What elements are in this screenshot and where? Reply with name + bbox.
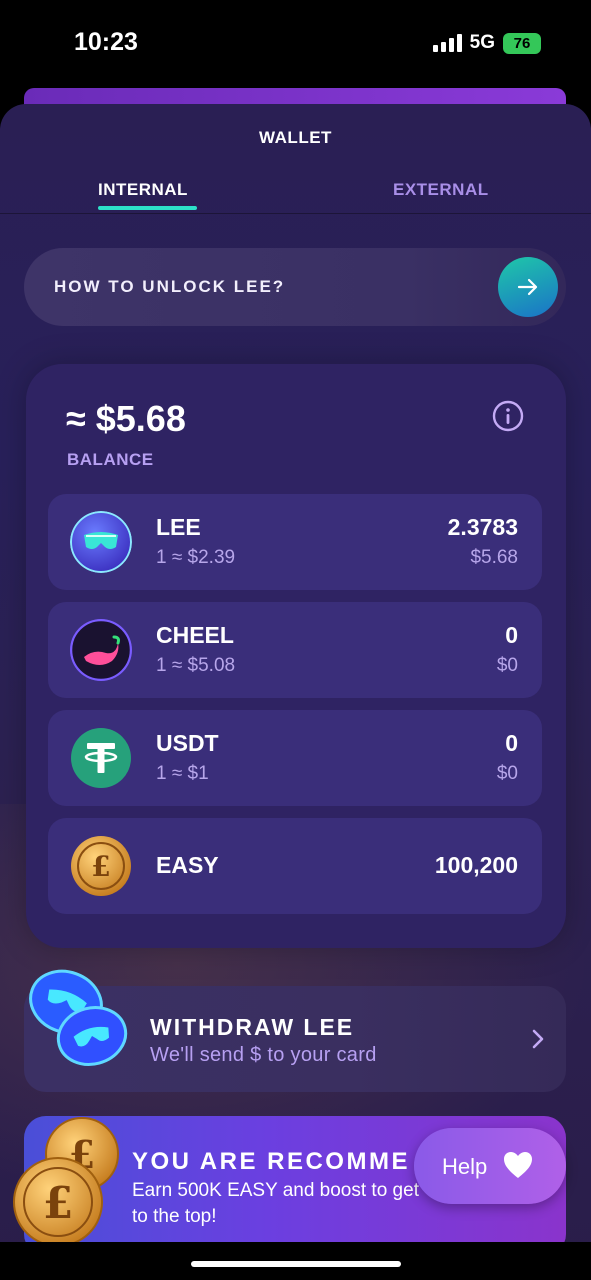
asset-usd-value: $0 [496,763,518,784]
asset-usd-value: $5.68 [470,547,518,568]
status-bar: 10:23 5G 76 [0,0,591,90]
how-to-unlock-button[interactable]: HOW TO UNLOCK LEE? [24,248,566,326]
signal-icon [432,34,462,52]
wallet-title: WALLET [259,128,332,147]
info-icon[interactable] [492,400,524,432]
asset-usd-value: $0 [496,655,518,676]
heart-icon [504,1152,532,1178]
status-indicators: 5G 76 [432,32,541,54]
asset-amount: 100,200 [434,852,518,878]
help-button[interactable]: Help [414,1128,566,1204]
asset-name: CHEEL [156,622,234,648]
asset-amount: 0 [505,622,518,648]
home-indicator [191,1261,401,1267]
tab-internal[interactable]: INTERNAL [98,180,188,200]
wallet-sheet: WALLET INTERNAL EXTERNAL HOW TO UNLOCK L… [0,104,591,1280]
promo-title: YOU ARE RECOMME [132,1148,410,1175]
status-time: 10:23 [74,28,138,56]
easy-coins-icon: £ £ [13,1117,119,1247]
asset-amount: 2.3783 [447,514,518,540]
withdraw-title: WITHDRAW LEE [150,1014,355,1040]
network-label: 5G [469,32,495,53]
asset-row-cheel[interactable]: CHEEL 1 ≈ $5.08 0 $0 [48,602,542,698]
help-label: Help [442,1154,488,1179]
easy-coin-icon: £ [71,836,131,896]
usdt-token-icon [71,728,131,788]
wallet-tabs: INTERNAL EXTERNAL [0,174,591,214]
arrow-right-icon[interactable] [498,257,558,317]
asset-row-lee[interactable]: LEE 1 ≈ $2.39 2.3783 $5.68 [48,494,542,590]
lee-coins-icon [29,969,128,1066]
balance-amount: ≈ $5.68 [66,398,186,439]
asset-row-usdt[interactable]: USDT 1 ≈ $1 0 $0 [48,710,542,806]
asset-rate: 1 ≈ $2.39 [156,547,236,568]
chevron-right-icon [532,1029,544,1049]
unlock-label: HOW TO UNLOCK LEE? [54,277,286,296]
asset-rate: 1 ≈ $1 [156,763,209,784]
balance-label: BALANCE [67,450,154,469]
asset-row-easy[interactable]: £ EASY 100,200 [48,818,542,914]
balance-card: ≈ $5.68 BALANCE LEE 1 ≈ $2.39 2.3783 $5.… [26,364,566,948]
svg-text:£: £ [43,1178,74,1229]
cheel-token-icon [70,619,132,681]
promo-text: Earn 500K EASY and boost to get to the t… [132,1180,419,1227]
asset-rate: 1 ≈ $5.08 [156,655,236,676]
lee-token-icon [70,511,132,573]
battery-icon: 76 [503,32,541,54]
asset-amount: 0 [505,730,518,756]
svg-text:£: £ [91,850,110,883]
withdraw-subtitle: We'll send $ to your card [150,1044,377,1066]
tab-active-indicator [98,206,197,210]
asset-name: USDT [156,730,219,756]
asset-name: LEE [156,514,201,540]
asset-name: EASY [156,852,219,878]
tab-external[interactable]: EXTERNAL [393,180,489,200]
